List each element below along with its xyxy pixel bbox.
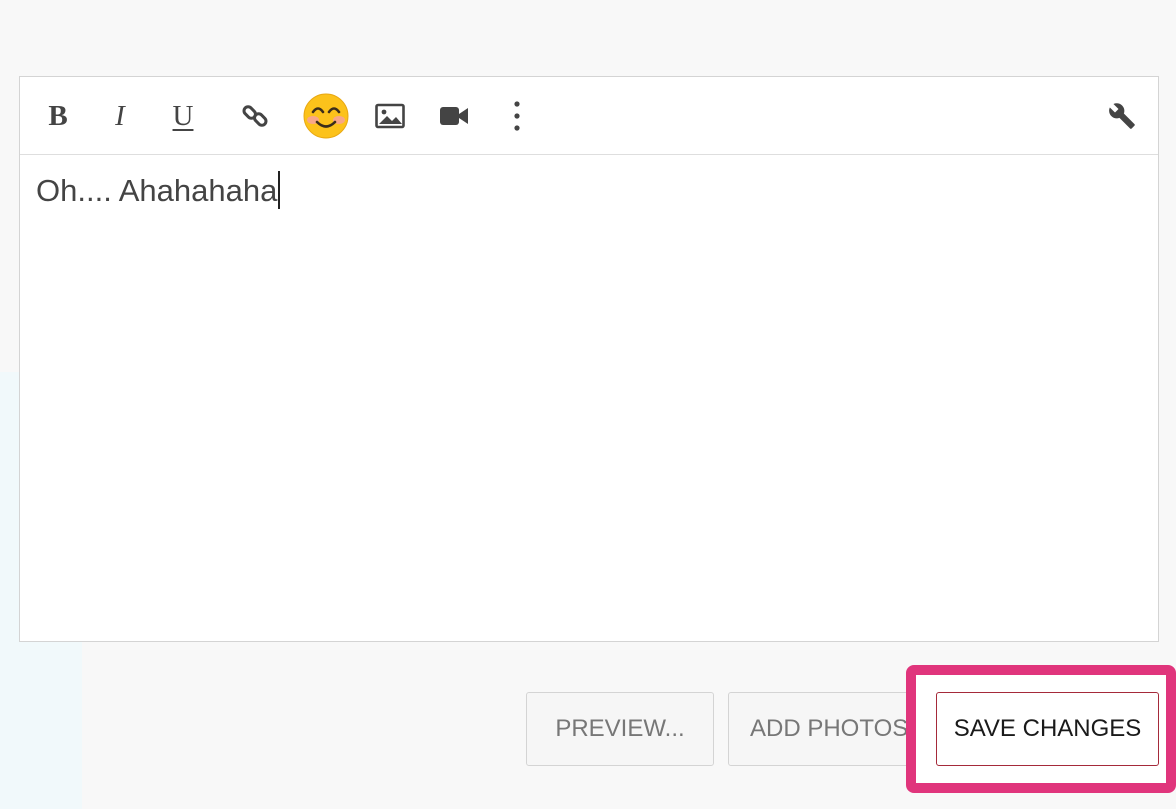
bold-icon: B	[48, 99, 68, 132]
underline-icon: U	[172, 99, 194, 132]
preview-button[interactable]: PREVIEW...	[526, 692, 714, 766]
italic-button[interactable]: I	[95, 91, 145, 141]
image-icon	[375, 103, 405, 129]
editor-toolbar: B I U	[20, 77, 1158, 155]
underline-button[interactable]: U	[158, 91, 208, 141]
editor-text: Oh.... Ahahahaha	[36, 173, 278, 208]
video-icon	[440, 107, 468, 125]
save-changes-button[interactable]: SAVE CHANGES	[936, 692, 1159, 766]
more-options-button[interactable]	[492, 91, 542, 141]
bold-button[interactable]: B	[33, 91, 83, 141]
link-icon	[242, 105, 268, 127]
more-vertical-icon	[514, 101, 520, 131]
text-cursor	[278, 171, 281, 209]
settings-button[interactable]	[1097, 91, 1147, 141]
add-photos-button[interactable]: ADD PHOTOS	[728, 692, 916, 766]
image-button[interactable]	[365, 91, 415, 141]
emoji-button[interactable]	[301, 91, 351, 141]
wrench-icon	[1109, 103, 1135, 129]
link-button[interactable]	[230, 91, 280, 141]
italic-icon: I	[115, 99, 125, 132]
emoji-icon	[303, 93, 349, 139]
editor-text-area[interactable]: Oh.... Ahahahaha	[20, 155, 1158, 225]
video-button[interactable]	[429, 91, 479, 141]
rich-text-editor: B I U Oh.... Ahahahaha	[19, 76, 1159, 642]
